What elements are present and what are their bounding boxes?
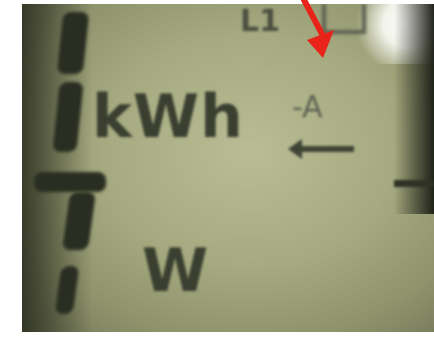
phase-label: L1: [240, 4, 280, 39]
direction-label: -A: [292, 90, 323, 125]
digit-segment-middle: [34, 172, 106, 192]
energy-unit: kWh: [92, 82, 244, 152]
lcd-meter-photo: L1 kWh -A W: [22, 4, 434, 332]
dash-indicator: [394, 180, 434, 187]
phase-indicator-box: [322, 4, 366, 34]
left-arrow-icon: [288, 139, 354, 159]
power-unit: W: [142, 236, 209, 306]
